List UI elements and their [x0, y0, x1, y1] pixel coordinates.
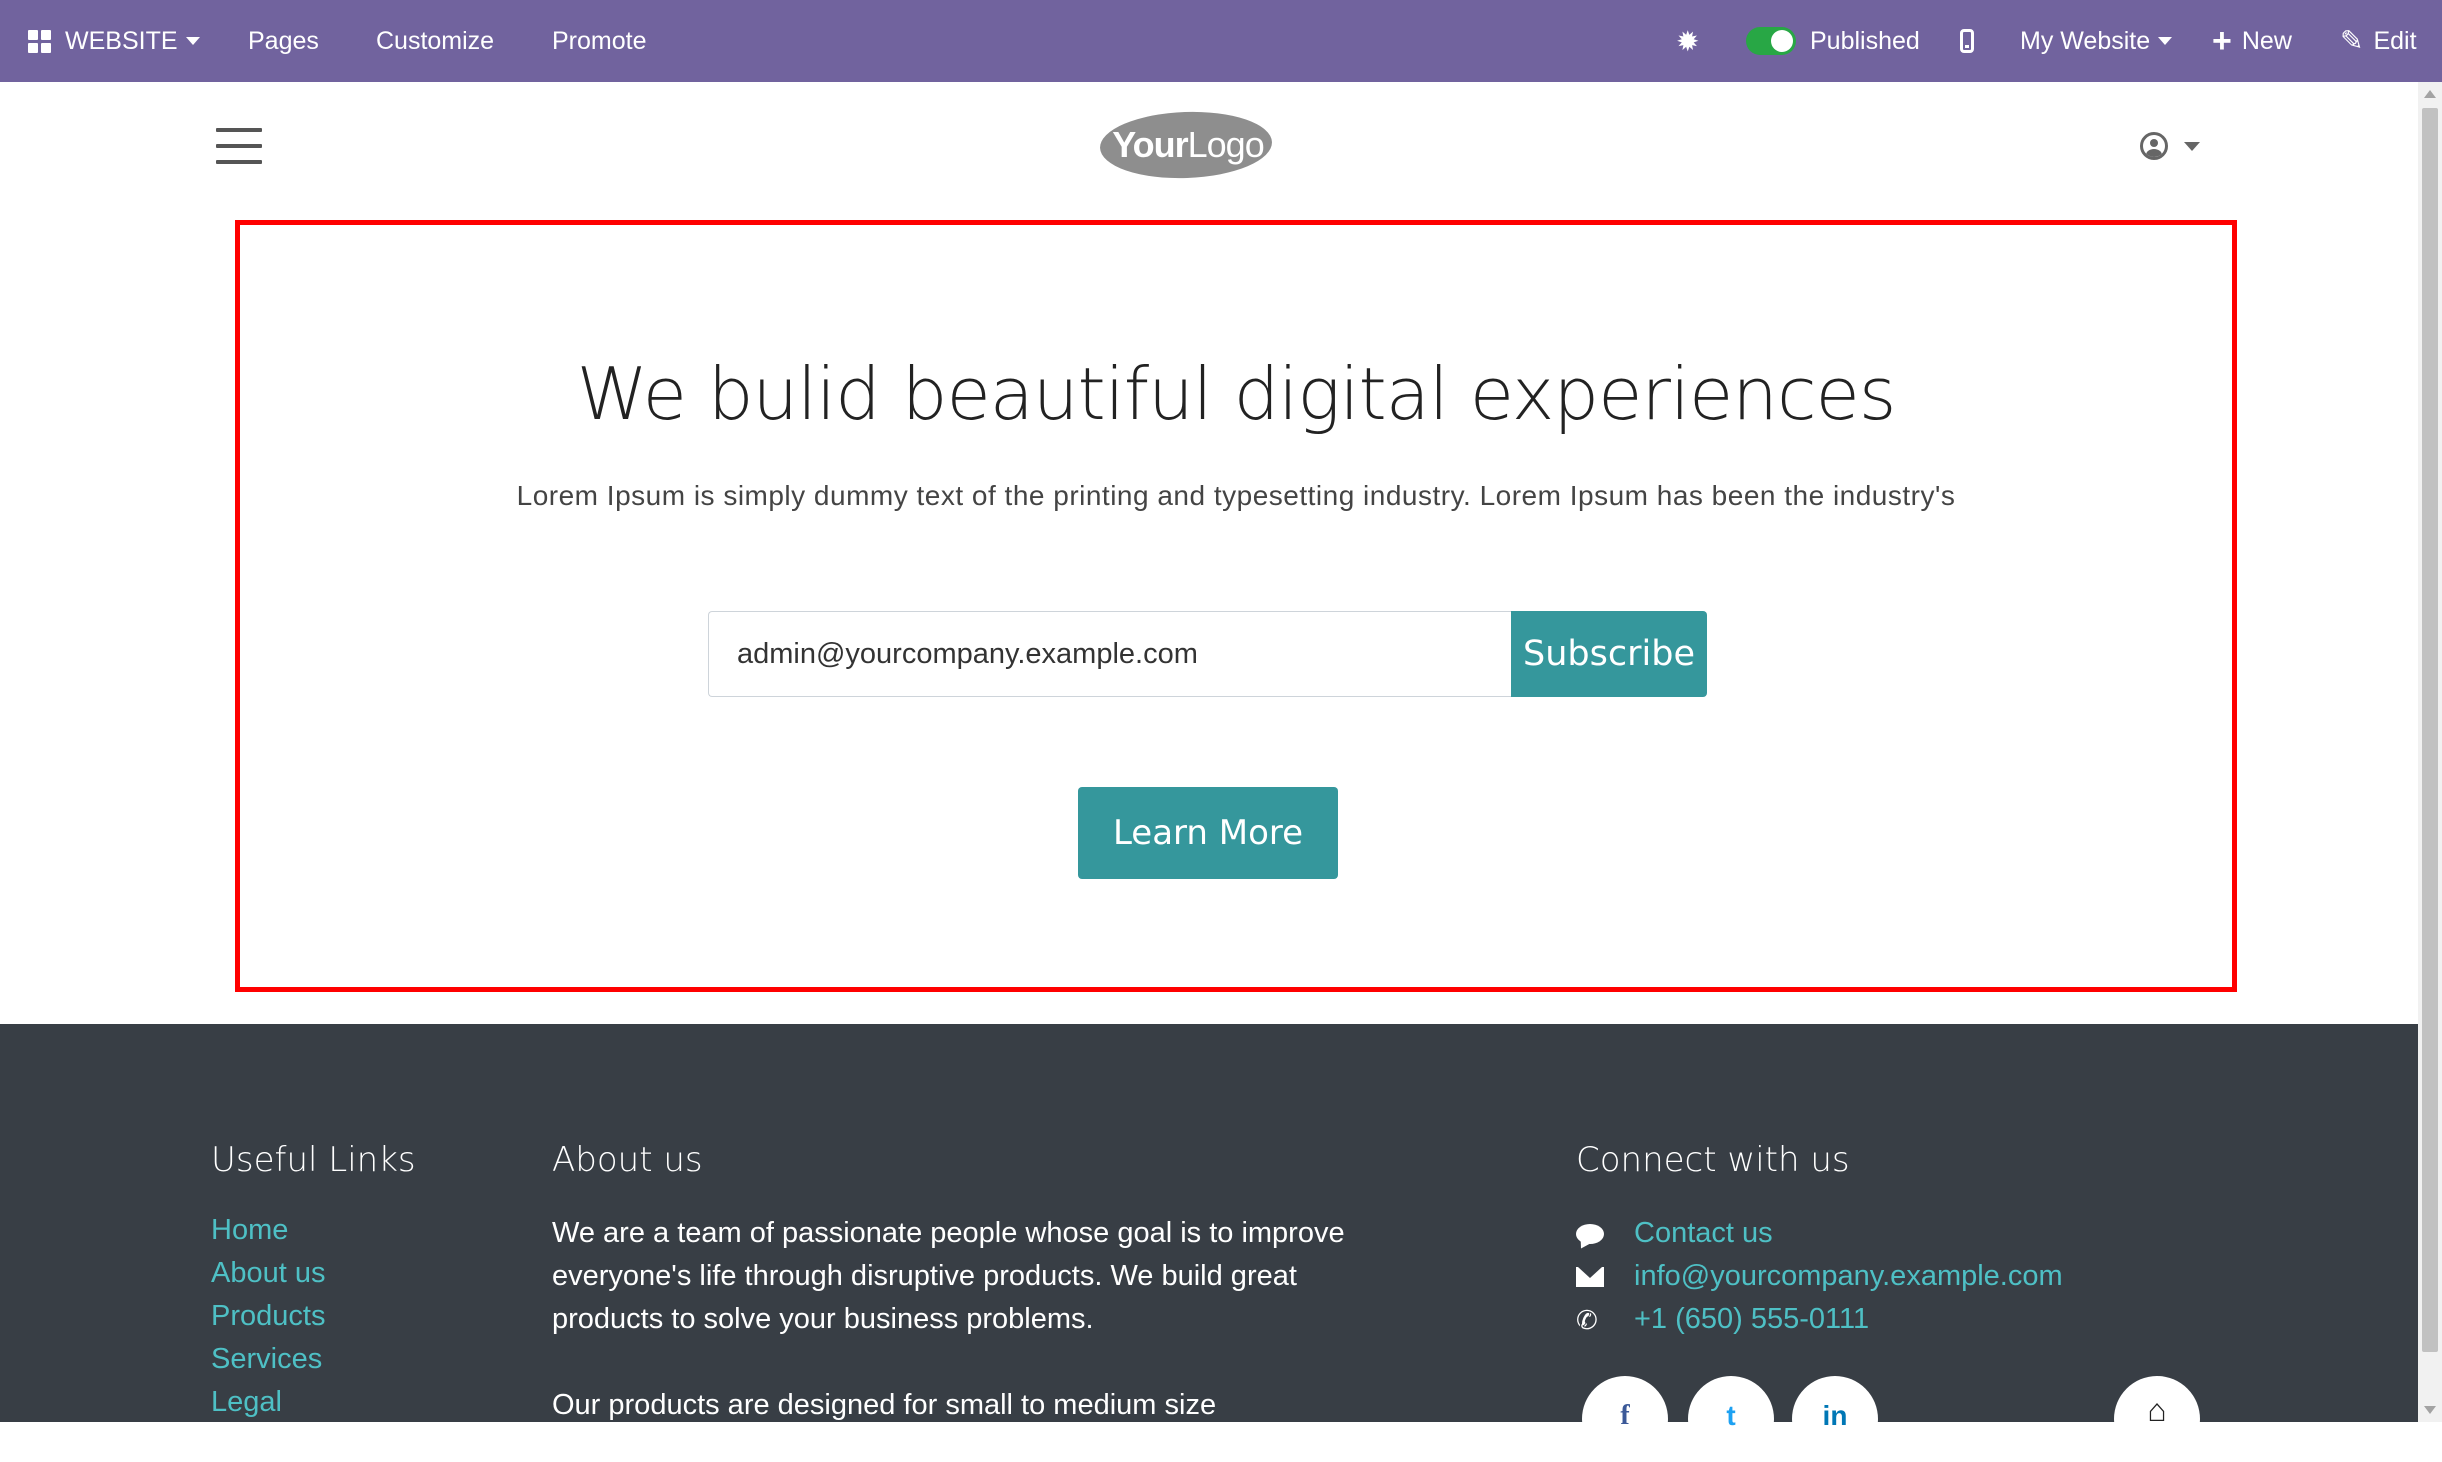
pencil-icon: ✎ [2340, 25, 2364, 56]
site-logo[interactable]: YourLogo [1098, 108, 1276, 184]
mobile-icon [1960, 29, 1974, 53]
published-label: Published [1810, 26, 1920, 55]
website-app-label: WEBSITE [65, 26, 178, 55]
hamburger-menu-icon[interactable] [216, 128, 262, 164]
connect-heading: Connect with us [1576, 1140, 1850, 1180]
footer-link-about-us[interactable]: About us [211, 1255, 325, 1298]
useful-links-list: Home About us Products Services Legal [211, 1212, 325, 1422]
footer-link-home[interactable]: Home [211, 1212, 325, 1255]
edit-label: Edit [2373, 26, 2417, 55]
contact-us-link[interactable]: Contact us [1576, 1212, 2063, 1255]
phone-icon: ✆ [1576, 1304, 1598, 1335]
chevron-down-icon [185, 37, 200, 45]
scroll-down-icon[interactable] [2424, 1406, 2436, 1414]
logo-text: YourLogo [1112, 124, 1264, 165]
new-button[interactable]: + New [2212, 0, 2292, 82]
edit-button[interactable]: ✎ Edit [2340, 0, 2417, 82]
phone-label: +1 (650) 555-0111 [1634, 1303, 1870, 1335]
user-circle-icon [2140, 132, 2168, 160]
chevron-down-icon [2184, 141, 2200, 151]
linkedin-icon[interactable]: in [1792, 1376, 1878, 1462]
user-account-menu[interactable] [2140, 128, 2200, 164]
page-scrollbar[interactable] [2418, 82, 2442, 1422]
publish-toggle[interactable]: Published [1746, 0, 1920, 82]
envelope-icon [1576, 1266, 1604, 1287]
footer-link-services[interactable]: Services [211, 1341, 325, 1384]
website-app-menu[interactable]: WEBSITE [28, 0, 200, 82]
phone-link[interactable]: ✆ +1 (650) 555-0111 [1576, 1298, 2063, 1341]
contact-label: Contact us [1634, 1217, 1773, 1249]
scroll-up-icon[interactable] [2424, 90, 2436, 98]
twitter-icon[interactable]: t [1688, 1376, 1774, 1462]
admin-navbar: WEBSITE Pages Customize Promote ✹ Publis… [0, 0, 2442, 82]
subscribe-button[interactable]: Subscribe [1511, 611, 1707, 697]
footer-link-products[interactable]: Products [211, 1298, 325, 1341]
site-footer: Useful Links Home About us Products Serv… [0, 1024, 2418, 1422]
useful-links-heading: Useful Links [211, 1140, 416, 1180]
menu-promote[interactable]: Promote [552, 0, 646, 82]
about-paragraph: Our products are designed for small to m… [552, 1389, 1217, 1421]
comment-icon [1576, 1223, 1604, 1244]
footer-link-legal[interactable]: Legal [211, 1384, 325, 1422]
facebook-icon[interactable]: f [1582, 1376, 1668, 1462]
toggle-switch-icon [1746, 27, 1796, 55]
debug-bug-icon[interactable]: ✹ [1676, 0, 1699, 82]
about-us-heading: About us [552, 1140, 703, 1180]
newsletter-email-input[interactable] [708, 611, 1512, 697]
about-paragraph: We are a team of passionate people whose… [552, 1217, 1345, 1335]
website-switcher-label: My Website [2020, 26, 2151, 55]
learn-more-button[interactable]: Learn More [1078, 787, 1338, 879]
email-label: info@yourcompany.example.com [1634, 1260, 2063, 1292]
scrollbar-thumb[interactable] [2422, 108, 2438, 1352]
hero-subtitle: Lorem Ipsum is simply dummy text of the … [516, 480, 1956, 511]
mobile-preview-button[interactable] [1960, 0, 1974, 82]
about-us-text: We are a team of passionate people whose… [552, 1212, 1372, 1422]
plus-icon: + [2212, 22, 2232, 60]
menu-customize[interactable]: Customize [376, 0, 494, 82]
website-switcher[interactable]: My Website [2020, 0, 2173, 82]
menu-pages[interactable]: Pages [248, 0, 319, 82]
chevron-down-icon [2158, 37, 2173, 45]
apps-grid-icon [28, 29, 51, 53]
home-icon[interactable]: ⌂ [2114, 1376, 2200, 1462]
email-link[interactable]: info@yourcompany.example.com [1576, 1255, 2063, 1298]
hero-title: We bulid beautiful digital experiences [576, 352, 1897, 436]
new-label: New [2241, 26, 2292, 55]
contact-list: Contact us info@yourcompany.example.com … [1576, 1212, 2063, 1341]
